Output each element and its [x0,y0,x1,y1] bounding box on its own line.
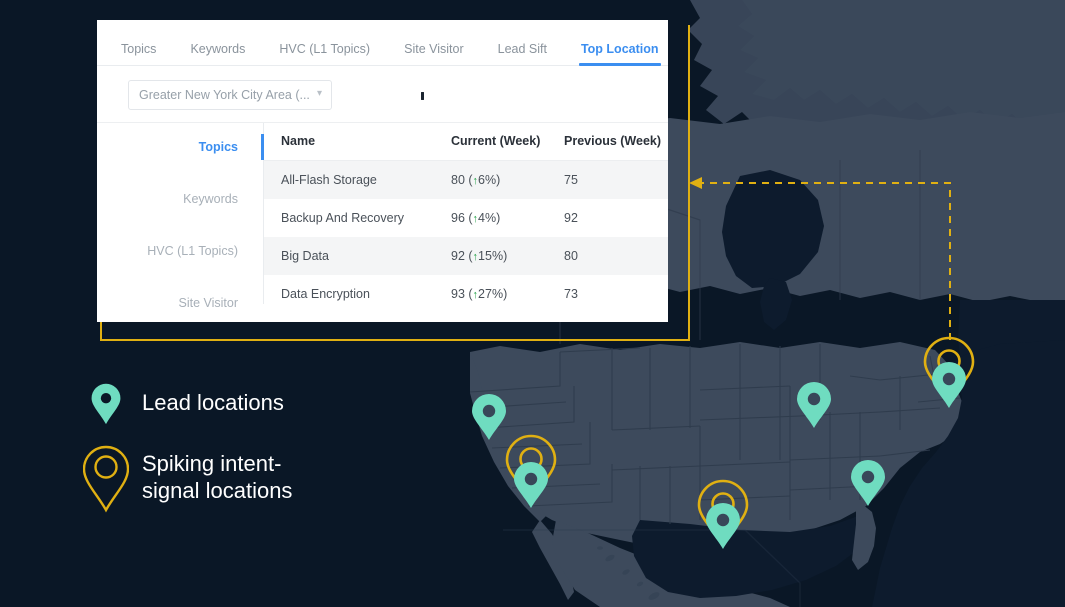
location-select[interactable]: Greater New York City Area (... ▾ [128,80,332,110]
sidebar-item-keywords[interactable]: Keywords [128,186,248,212]
legend-label-lead-locations: Lead locations [142,390,284,417]
topics-table-wrapper: Name Current (Week) Previous (Week) All-… [264,123,668,304]
lead-pin-pacific-northwest[interactable] [472,394,506,440]
table-row[interactable]: Big Data 92 (↑15%) 80 [264,237,668,275]
panel-tab-bar: Topics Keywords HVC (L1 Topics) Site Vis… [97,20,668,66]
panel-content: Topics Keywords HVC (L1 Topics) Site Vis… [97,122,668,304]
tab-topics[interactable]: Topics [121,43,156,66]
legend-label-spiking-locations: Spiking intent- signal locations [142,451,292,505]
table-row[interactable]: All-Flash Storage 80 (↑6%) 75 [264,161,668,200]
map-legend: Lead locations Spiking intent- signal lo… [82,378,292,528]
lead-pin-midwest[interactable] [797,382,831,428]
tab-hvc-l1-topics[interactable]: HVC (L1 Topics) [279,43,370,66]
cell-name: Big Data [264,237,434,275]
column-header-previous[interactable]: Previous (Week) [547,123,668,161]
legend-item-spiking-locations: Spiking intent- signal locations [82,442,292,514]
cell-current: 96 (↑4%) [434,199,547,237]
cell-current: 92 (↑15%) [434,237,547,275]
lead-pin-california[interactable] [514,462,548,508]
cell-name: Backup And Recovery [264,199,434,237]
tab-keywords[interactable]: Keywords [190,43,245,66]
map-pin-filled-icon [82,378,130,428]
table-row[interactable]: Backup And Recovery 96 (↑4%) 92 [264,199,668,237]
tab-site-visitor[interactable]: Site Visitor [404,43,464,66]
cell-name: All-Flash Storage [264,161,434,200]
map-pin-outline-icon [82,442,130,514]
cell-current: 80 (↑6%) [434,161,547,200]
panel-side-nav: Topics Keywords HVC (L1 Topics) Site Vis… [128,123,264,304]
cell-current: 93 (↑27%) [434,275,547,304]
table-row[interactable]: Data Encryption 93 (↑27%) 73 [264,275,668,304]
legend-item-lead-locations: Lead locations [82,378,292,428]
chevron-down-icon: ▾ [317,89,322,99]
column-header-name[interactable]: Name [264,123,434,161]
cell-previous: 75 [547,161,668,200]
lead-pin-texas[interactable] [706,503,740,549]
cell-previous: 92 [547,199,668,237]
lead-pin-southeast[interactable] [851,460,885,506]
sidebar-item-topics[interactable]: Topics [128,134,248,160]
screenshot-root: Topics Keywords HVC (L1 Topics) Site Vis… [0,0,1065,607]
column-header-current[interactable]: Current (Week) [434,123,547,161]
tab-lead-sift[interactable]: Lead Sift [498,43,547,66]
text-cursor-artifact [421,92,424,100]
tab-top-location[interactable]: Top Location [581,43,659,66]
cell-name: Data Encryption [264,275,434,304]
sidebar-item-hvc-l1-topics[interactable]: HVC (L1 Topics) [128,238,248,264]
location-select-value: Greater New York City Area (... [139,88,310,102]
sidebar-item-site-visitor[interactable]: Site Visitor [128,290,248,316]
cell-previous: 73 [547,275,668,304]
location-filter-row: Greater New York City Area (... ▾ [97,66,668,122]
topics-table: Name Current (Week) Previous (Week) All-… [264,123,668,304]
cell-previous: 80 [547,237,668,275]
top-location-panel: Topics Keywords HVC (L1 Topics) Site Vis… [97,20,668,322]
lead-pin-new-york[interactable] [932,362,966,408]
table-header-row: Name Current (Week) Previous (Week) [264,123,668,161]
